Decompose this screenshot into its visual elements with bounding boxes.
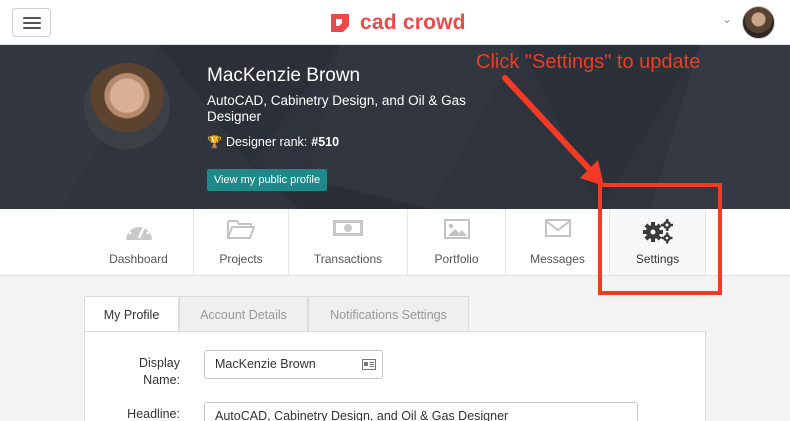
display-name-label-line-1: Display: [139, 356, 180, 370]
id-card-icon: [362, 359, 376, 370]
image-icon: [443, 219, 470, 239]
envelope-icon: [544, 219, 571, 237]
nav-item-dashboard[interactable]: Dashboard: [84, 209, 194, 275]
nav-label-projects: Projects: [219, 252, 263, 266]
folder-icon: [227, 220, 256, 239]
nav-item-messages[interactable]: Messages: [506, 209, 610, 275]
tab-account-details[interactable]: Account Details: [179, 296, 308, 332]
headline-value: AutoCAD, Cabinetry Design, and Oil & Gas…: [215, 409, 509, 421]
nav-item-transactions[interactable]: Transactions: [289, 209, 408, 275]
profile-form: Display Name: MacKenzie Brown Headline: …: [84, 331, 706, 421]
money-icon: [333, 220, 363, 236]
annotation-highlight-box: [598, 183, 722, 295]
tab-my-profile[interactable]: My Profile: [84, 296, 179, 332]
tab-notifications-settings[interactable]: Notifications Settings: [308, 296, 469, 332]
nav-label-portfolio: Portfolio: [434, 252, 479, 266]
headline-label: Headline:: [127, 407, 180, 421]
display-name-value: MacKenzie Brown: [215, 357, 316, 371]
nav-label-transactions: Transactions: [313, 252, 383, 266]
nav-label-messages: Messages: [530, 252, 585, 266]
headline-input[interactable]: AutoCAD, Cabinetry Design, and Oil & Gas…: [204, 402, 638, 421]
settings-card: My Profile Account Details Notifications…: [84, 296, 706, 421]
nav-item-portfolio[interactable]: Portfolio: [408, 209, 506, 275]
display-name-input[interactable]: MacKenzie Brown: [204, 350, 383, 379]
nav-item-projects[interactable]: Projects: [194, 209, 289, 275]
dashboard-icon: [125, 221, 152, 240]
display-name-label-line-2: Name:: [143, 373, 180, 387]
nav-label-dashboard: Dashboard: [109, 252, 168, 266]
display-name-label: Display Name:: [105, 355, 180, 389]
